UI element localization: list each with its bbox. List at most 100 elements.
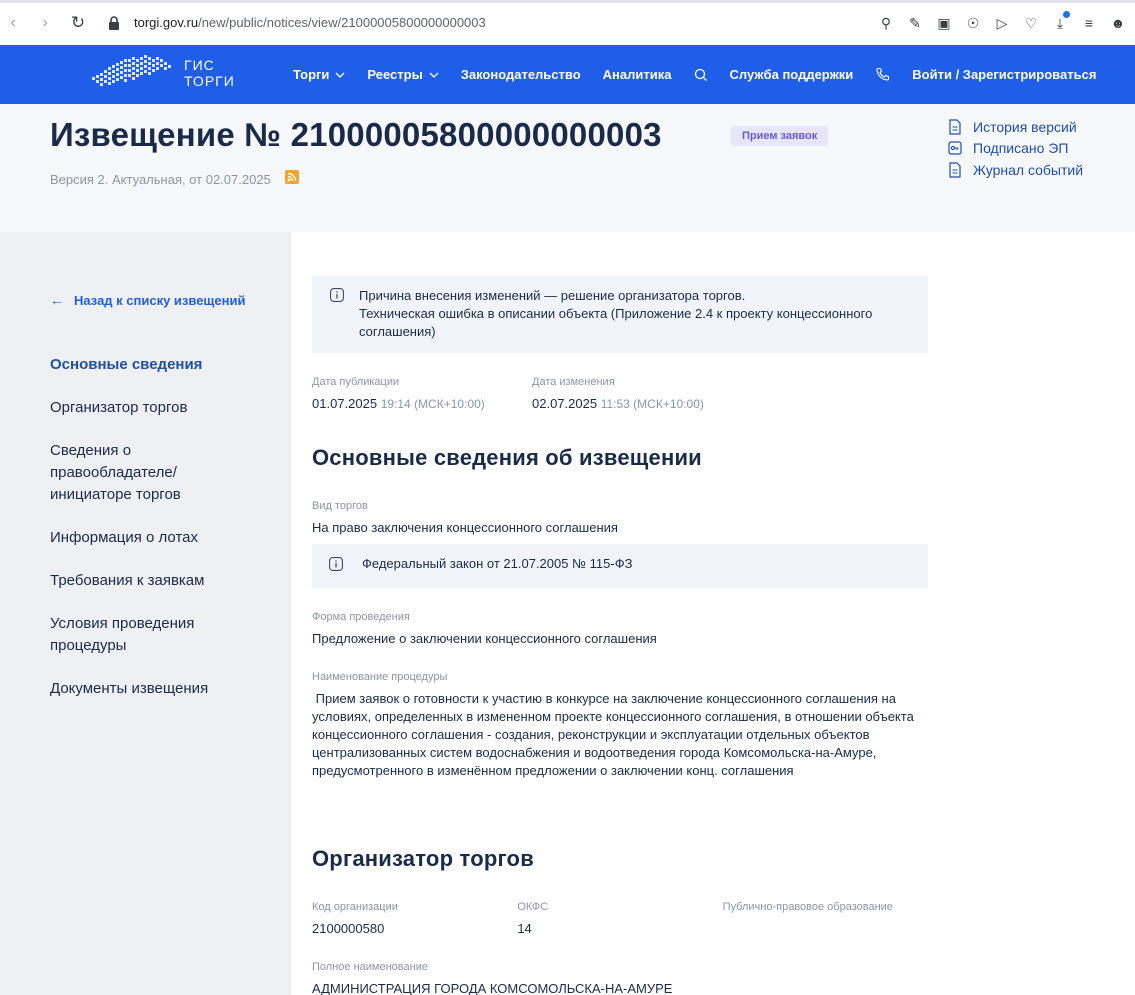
camera-icon[interactable]: ▣ — [935, 14, 953, 32]
reload-icon[interactable]: ↻ — [68, 13, 88, 33]
nav-reestry[interactable]: Реестры — [367, 67, 439, 82]
sidebar-item-documents[interactable]: Документы извещения — [50, 678, 280, 700]
status-badge: Прием заявок — [731, 126, 829, 146]
publication-date-value: 01.07.2025 19:14 (МСК+10:00) — [312, 395, 532, 413]
info-icon — [329, 557, 343, 571]
logo[interactable]: ГИС ТОРГИ — [90, 53, 235, 93]
nav-reestry-label: Реестры — [367, 67, 423, 82]
main-info-title: Основные сведения об извещении — [312, 445, 702, 470]
document-icon — [949, 119, 961, 135]
nav-zakonodatelstvo[interactable]: Законодательство — [461, 67, 581, 82]
nav-login[interactable]: Войти / Зарегистрироваться — [912, 67, 1096, 82]
nav-torgi-label: Торги — [293, 67, 330, 82]
notice-side-links: История версий Подписано ЭП Журнал событ… — [948, 116, 1083, 181]
sidebar-item-main-info[interactable]: Основные сведения — [50, 354, 280, 376]
okfs-value: 14 — [517, 921, 532, 936]
form-label: Форма проведения — [312, 611, 410, 623]
main-nav: Торги Реестры Законодательство Аналитика… — [293, 45, 1096, 104]
sidebar: ← Назад к списку извещений Основные сведе… — [0, 232, 291, 995]
procedure-name-value: Прием заявок о готовности к участию в ко… — [312, 691, 918, 778]
back-to-list-label: Назад к списку извещений — [74, 292, 246, 308]
sidebar-item-lots[interactable]: Информация о лотах — [50, 527, 280, 549]
history-link[interactable]: История версий — [948, 116, 1083, 138]
dates-row: Дата публикации 01.07.2025 19:14 (МСК+10… — [312, 375, 928, 413]
procedure-name-label: Наименование процедуры — [312, 671, 448, 683]
address-bar[interactable]: torgi.gov.ru/new/public/notices/view/210… — [108, 15, 486, 30]
modification-date-value: 02.07.2025 11:53 (МСК+10:00) — [532, 395, 752, 413]
form-value: Предложение о заключении концессионного … — [312, 631, 657, 646]
download-icon[interactable]: ⤓ — [1051, 11, 1070, 32]
nav-support[interactable]: Служба поддержки — [730, 67, 854, 82]
journal-link-label: Журнал событий — [973, 161, 1084, 178]
section-nav: Основные сведения Организатор торгов Све… — [50, 354, 280, 721]
shield-icon[interactable]: ☉ — [964, 14, 982, 32]
okfs-label: ОКФС — [517, 901, 549, 913]
edit-icon[interactable]: ✎ — [906, 14, 924, 32]
change-reason-box: Причина внесения изменений — решение орг… — [312, 276, 928, 353]
auction-type-value: На право заключения концессионного согла… — [312, 520, 618, 535]
logo-line-1: ГИС — [184, 57, 215, 73]
rss-icon[interactable] — [285, 170, 299, 184]
signed-link-label: Подписано ЭП — [973, 140, 1069, 157]
document-icon — [949, 162, 961, 178]
org-fullname-value: АДМИНИСТРАЦИЯ ГОРОДА КОМСОМОЛЬСКА-НА-АМУ… — [312, 981, 673, 995]
phone-icon — [876, 67, 890, 81]
modification-date-label: Дата изменения — [532, 376, 615, 388]
back-icon[interactable]: ‹ — [3, 14, 23, 32]
org-fullname-field: Полное наименование АДМИНИСТРАЦИЯ ГОРОДА… — [312, 960, 928, 995]
history-link-label: История версий — [973, 118, 1077, 135]
modification-time: 11:53 (МСК+10:00) — [600, 397, 704, 411]
organizer-codes-row: Код организации 2100000580 ОКФС 14 Публи… — [312, 900, 928, 938]
chevron-down-icon — [335, 72, 345, 78]
arrow-left-icon: ← — [50, 292, 64, 308]
version-line: Версия 2. Актуальная, от 02.07.2025 — [50, 172, 271, 187]
nav-phone[interactable] — [875, 67, 890, 82]
change-reason-line-2: Техническая ошибка в описании объекта (П… — [359, 306, 873, 339]
form-field: Форма проведения Предложение о заключени… — [312, 610, 928, 648]
url-host: torgi.gov.ru — [134, 15, 199, 30]
chevron-down-icon — [429, 72, 439, 78]
back-to-list-link[interactable]: ← Назад к списку извещений — [50, 292, 245, 308]
info-icon — [330, 288, 344, 302]
site-header: ГИС ТОРГИ Торги Реестры Законодательство… — [0, 45, 1135, 104]
auction-type-label: Вид торгов — [312, 500, 368, 512]
sidebar-item-rightholder[interactable]: Сведения о правообладателе/ инициаторе т… — [50, 440, 220, 506]
org-code-value: 2100000580 — [312, 921, 385, 936]
heart-icon[interactable]: ♡ — [1022, 14, 1040, 32]
menu-icon[interactable]: ≡ — [1080, 14, 1098, 32]
notice-content: Причина внесения изменений — решение орг… — [312, 232, 928, 995]
page-title: Извещение № 21000005800000000003 — [50, 116, 662, 153]
publication-date-label: Дата публикации — [312, 376, 400, 388]
organizer-title: Организатор торгов — [312, 846, 534, 871]
nav-analitika[interactable]: Аналитика — [603, 67, 672, 82]
sidebar-item-conditions[interactable]: Условия проведения процедуры — [50, 613, 220, 657]
search-page-icon[interactable]: ⚲ — [877, 14, 895, 32]
browser-toolbar: ‹ › ↻ torgi.gov.ru/new/public/notices/vi… — [0, 0, 1135, 45]
journal-link[interactable]: Журнал событий — [948, 159, 1083, 181]
signature-key-icon — [948, 141, 962, 155]
nav-search[interactable] — [694, 68, 708, 82]
nav-torgi[interactable]: Торги — [293, 67, 345, 82]
forward-icon[interactable]: › — [35, 14, 55, 32]
russia-map-icon — [92, 55, 171, 86]
org-code-label: Код организации — [312, 901, 398, 913]
logo-text: ГИС ТОРГИ — [184, 57, 235, 89]
procedure-name-field: Наименование процедуры Прием заявок о го… — [312, 670, 928, 780]
law-text: Федеральный закон от 21.07.2005 № 115-ФЗ — [362, 556, 633, 571]
ppo-label: Публично-правовое образование — [722, 901, 893, 913]
modification-date: 02.07.2025 — [532, 396, 598, 411]
law-box: Федеральный закон от 21.07.2005 № 115-ФЗ — [312, 544, 928, 588]
logo-line-2: ТОРГИ — [184, 73, 235, 89]
publication-time: 19:14 (МСК+10:00) — [380, 397, 485, 411]
notice-title-area: Извещение № 21000005800000000003 Прием з… — [0, 104, 1135, 232]
signed-link[interactable]: Подписано ЭП — [948, 138, 1083, 160]
change-reason-line-1: Причина внесения изменений — решение орг… — [359, 288, 746, 303]
publication-date: 01.07.2025 — [312, 396, 378, 411]
play-icon[interactable]: ▷ — [993, 14, 1011, 32]
search-icon — [694, 68, 707, 81]
lock-icon — [109, 15, 119, 30]
profile-icon[interactable]: ☻ — [1109, 14, 1127, 32]
auction-type-field: Вид торгов На право заключения концессио… — [312, 499, 928, 537]
sidebar-item-organizer[interactable]: Организатор торгов — [50, 397, 280, 419]
sidebar-item-requirements[interactable]: Требования к заявкам — [50, 570, 280, 592]
